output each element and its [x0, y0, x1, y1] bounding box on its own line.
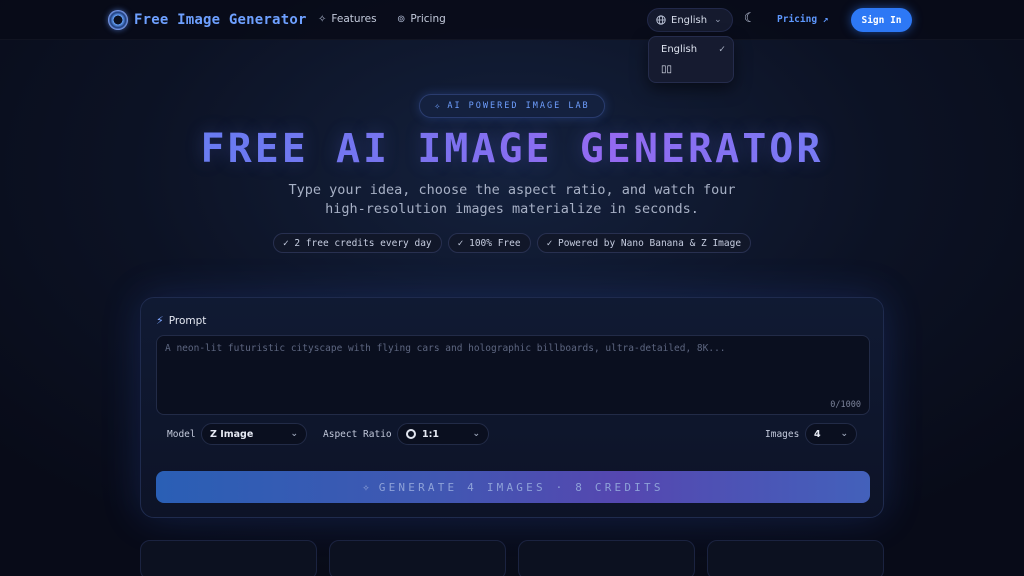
hero-badge: ✧ AI POWERED IMAGE LAB — [419, 94, 605, 118]
aspect-ratio-select[interactable]: 1:1 ⌄ — [397, 423, 489, 445]
hero-subtitle: Type your idea, choose the aspect ratio,… — [0, 181, 1024, 219]
images-label: Images — [765, 429, 800, 440]
top-nav: Free Image Generator ✧ Features ⊚ Pricin… — [0, 0, 1024, 40]
image-result-slot — [329, 540, 506, 576]
sparkles-icon: ✧ — [318, 13, 327, 25]
logo-icon — [108, 10, 128, 30]
generator-card: ⚡ Prompt A neon-lit futuristic cityscape… — [140, 297, 884, 518]
sparkles-icon: ✧ — [434, 100, 443, 112]
nav-link-features-label: Features — [331, 13, 377, 25]
nav-link-features[interactable]: ✧ Features — [318, 13, 377, 25]
language-selector-label: English — [671, 14, 708, 26]
hero-subtitle-line-2: high-resolution images materialize in se… — [325, 201, 699, 217]
chip-free: ✓ 100% Free — [447, 233, 531, 253]
prompt-placeholder: A neon-lit futuristic cityscape with fly… — [165, 343, 726, 354]
char-counter: 0/1000 — [830, 400, 861, 410]
chevron-down-icon: ⌄ — [472, 429, 480, 439]
images-count-value: 4 — [814, 428, 821, 440]
prompt-label-text: Prompt — [168, 314, 207, 327]
magic-wand-icon: ⚡ — [156, 314, 164, 327]
chevron-down-icon: ⌄ — [714, 15, 722, 25]
chevron-down-icon: ⌄ — [840, 429, 848, 439]
chip-free-credits: ✓ 2 free credits every day — [272, 233, 442, 253]
image-result-slot — [518, 540, 695, 576]
generate-button[interactable]: ✧ GENERATE 4 IMAGES · 8 CREDITS — [156, 471, 870, 503]
coin-icon: ⊚ — [397, 13, 406, 25]
language-selector[interactable]: English ⌄ — [647, 8, 733, 32]
generate-button-label: GENERATE 4 IMAGES · 8 CREDITS — [378, 480, 664, 494]
language-option-2[interactable]: ▯▯ — [661, 64, 672, 75]
chevron-down-icon: ⌄ — [290, 429, 298, 439]
check-icon: ✓ — [718, 44, 725, 55]
model-select-value: Z Image — [210, 428, 254, 440]
prompt-label: ⚡ Prompt — [156, 314, 206, 327]
logo[interactable]: Free Image Generator — [108, 10, 307, 30]
theme-toggle-moon-icon[interactable]: ☾ — [744, 11, 752, 26]
language-dropdown-menu: English ✓ ▯▯ — [648, 36, 734, 83]
image-result-slot — [707, 540, 884, 576]
hero-badge-label: AI POWERED IMAGE LAB — [447, 101, 590, 111]
model-label: Model — [167, 429, 196, 440]
sparkles-icon: ✧ — [362, 480, 373, 494]
hero-subtitle-line-1: Type your idea, choose the aspect ratio,… — [288, 182, 736, 198]
image-result-slot — [140, 540, 317, 576]
nav-link-pricing-label: Pricing — [410, 13, 446, 25]
sign-in-button[interactable]: Sign In — [851, 8, 912, 32]
pricing-link[interactable]: Pricing ↗ — [777, 14, 828, 25]
globe-icon — [656, 15, 666, 25]
aspect-ratio-value: 1:1 — [422, 428, 440, 440]
nav-link-pricing[interactable]: ⊚ Pricing — [397, 13, 446, 25]
images-count-select[interactable]: 4 ⌄ — [805, 423, 857, 445]
hero-title: FREE AI IMAGE GENERATOR — [0, 126, 1024, 172]
language-option-english[interactable]: English — [661, 44, 697, 55]
chip-powered-by: ✓ Powered by Nano Banana & Z Image — [536, 233, 752, 253]
model-select[interactable]: Z Image ⌄ — [201, 423, 307, 445]
feature-chips: ✓ 2 free credits every day ✓ 100% Free ✓… — [0, 233, 1024, 253]
aspect-ratio-label: Aspect Ratio — [323, 429, 392, 440]
circle-ratio-icon — [406, 429, 416, 439]
prompt-input[interactable]: A neon-lit futuristic cityscape with fly… — [156, 335, 870, 415]
logo-text: Free Image Generator — [134, 12, 307, 28]
